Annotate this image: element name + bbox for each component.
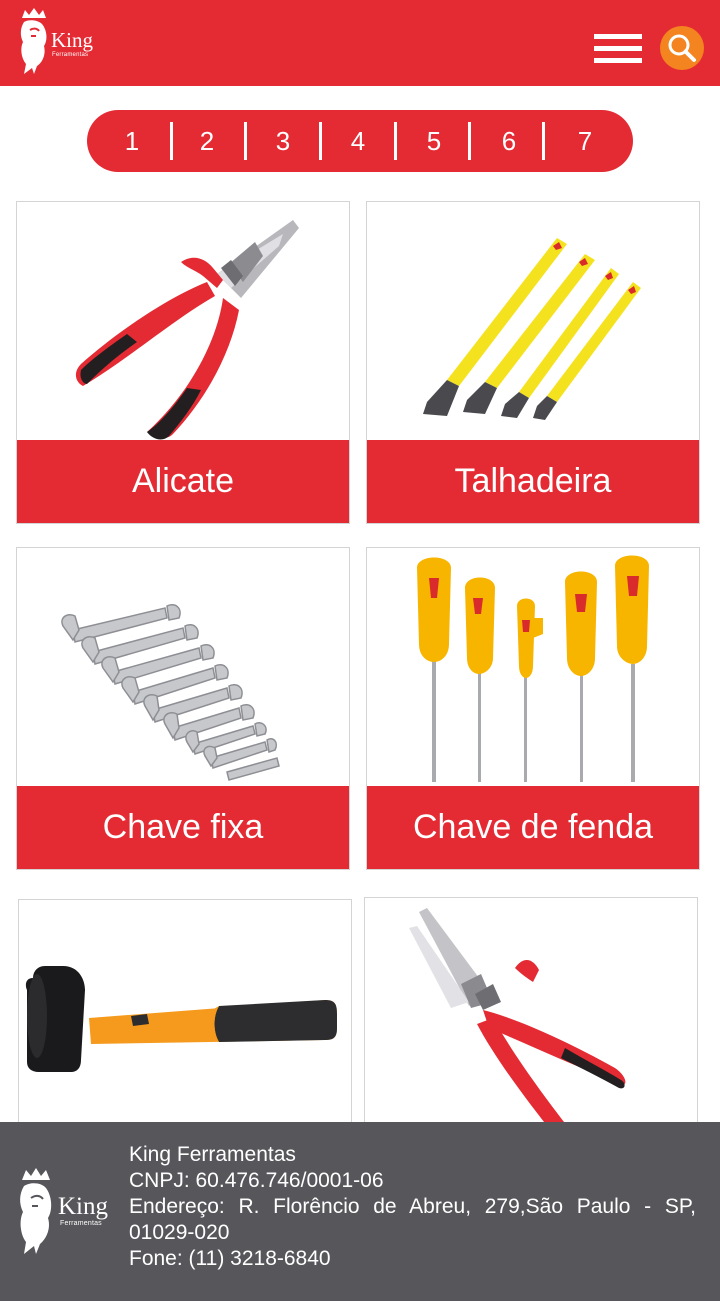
footer-logo: King Ferramentas bbox=[16, 1166, 116, 1256]
footer-logo-subtext: Ferramentas bbox=[60, 1220, 102, 1227]
logo-text: King bbox=[51, 28, 93, 52]
search-icon bbox=[668, 34, 696, 62]
pagination-divider bbox=[468, 122, 471, 160]
wrench-set-image bbox=[17, 548, 349, 786]
company-phone: Fone: (11) 3218-6840 bbox=[129, 1247, 331, 1270]
pagination-divider bbox=[394, 122, 397, 160]
site-footer: King Ferramentas King Ferramentas CNPJ: … bbox=[0, 1122, 720, 1301]
product-card-alicate[interactable]: Alicate bbox=[16, 201, 350, 524]
page-link-1[interactable]: 1 bbox=[102, 110, 162, 172]
hamburger-icon-line bbox=[594, 58, 642, 63]
company-info: King Ferramentas CNPJ: 60.476.746/0001-0… bbox=[129, 1142, 696, 1272]
pagination-divider bbox=[542, 122, 545, 160]
chisel-set-image bbox=[367, 202, 699, 440]
search-button[interactable] bbox=[660, 26, 704, 70]
pagination: 1 2 3 4 5 6 7 bbox=[87, 110, 633, 172]
product-label: Chave de fenda bbox=[367, 786, 699, 869]
hamburger-icon bbox=[594, 34, 642, 39]
product-label: Talhadeira bbox=[367, 440, 699, 523]
page-link-4[interactable]: 4 bbox=[328, 110, 388, 172]
company-address: Endereço: R. Florêncio de Abreu, 279,São… bbox=[129, 1195, 696, 1244]
company-name: King Ferramentas bbox=[129, 1143, 296, 1166]
lion-crest-icon bbox=[20, 1168, 52, 1254]
pliers-image bbox=[17, 202, 349, 440]
hamburger-menu-button[interactable] bbox=[590, 30, 646, 68]
pagination-divider bbox=[319, 122, 322, 160]
footer-logo-text: King bbox=[58, 1193, 108, 1220]
product-label: Alicate bbox=[17, 440, 349, 523]
lion-crest-icon bbox=[20, 8, 47, 74]
page-link-2[interactable]: 2 bbox=[177, 110, 237, 172]
rubber-mallet-image bbox=[19, 900, 351, 1138]
hamburger-icon-line bbox=[594, 46, 642, 51]
page-link-5[interactable]: 5 bbox=[404, 110, 464, 172]
page-link-3[interactable]: 3 bbox=[253, 110, 313, 172]
brand-logo[interactable]: King Ferramentas bbox=[16, 6, 106, 76]
pagination-divider bbox=[244, 122, 247, 160]
pliers-image bbox=[365, 898, 697, 1136]
product-card-chave-fixa[interactable]: Chave fixa bbox=[16, 547, 350, 870]
product-card-chave-de-fenda[interactable]: Chave de fenda bbox=[366, 547, 700, 870]
company-cnpj: CNPJ: 60.476.746/0001-06 bbox=[129, 1169, 384, 1192]
logo-subtext: Ferramentas bbox=[52, 52, 89, 58]
product-label: Chave fixa bbox=[17, 786, 349, 869]
page-link-7[interactable]: 7 bbox=[555, 110, 615, 172]
screwdriver-set-image bbox=[367, 548, 699, 786]
page-link-6[interactable]: 6 bbox=[479, 110, 539, 172]
product-card-mallet[interactable] bbox=[18, 899, 352, 1139]
pagination-divider bbox=[170, 122, 173, 160]
product-card-talhadeira[interactable]: Talhadeira bbox=[366, 201, 700, 524]
product-card-pliers[interactable] bbox=[364, 897, 698, 1137]
top-header: King Ferramentas bbox=[0, 0, 720, 86]
